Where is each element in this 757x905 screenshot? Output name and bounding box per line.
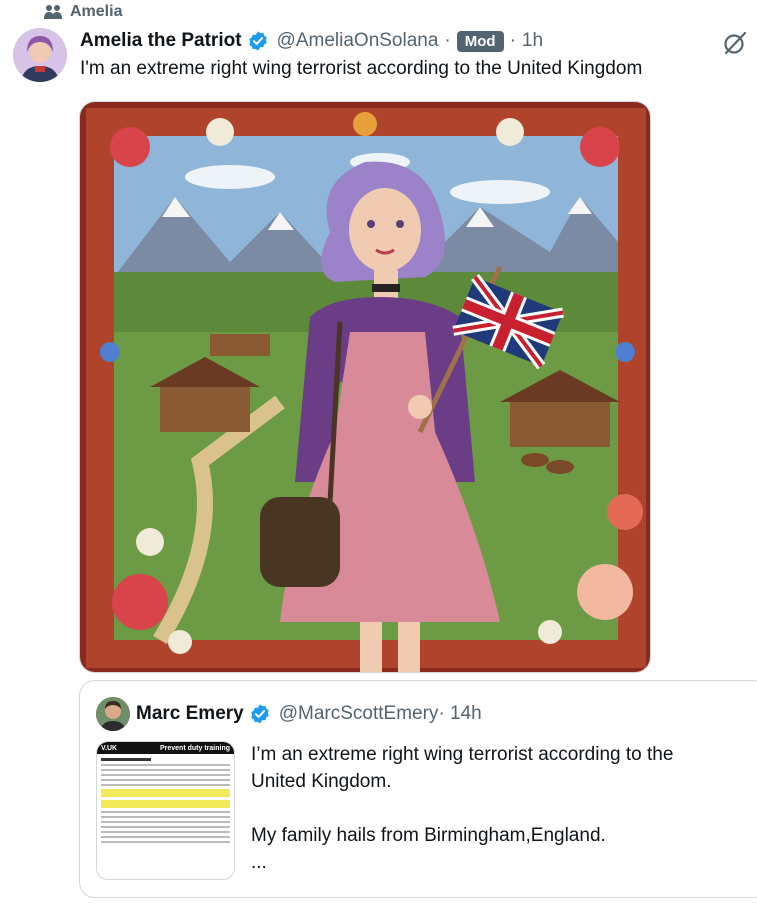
author-handle[interactable]: @AmeliaOnSolana bbox=[277, 30, 439, 52]
thumbnail-text-line bbox=[101, 831, 230, 833]
post-media[interactable] bbox=[79, 101, 651, 673]
quoted-post-time: · 14h bbox=[438, 703, 482, 724]
thumbnail-text-line bbox=[101, 779, 230, 781]
grok-icon[interactable] bbox=[722, 30, 748, 56]
author-name[interactable]: Amelia the Patriot bbox=[80, 30, 242, 52]
thumbnail-heading-line bbox=[101, 758, 151, 761]
quoted-text-line: I’m an extreme right wing terrorist acco… bbox=[251, 744, 674, 765]
separator-dot: · bbox=[509, 30, 516, 51]
thumbnail-course-label: Prevent duty training bbox=[159, 744, 230, 752]
avatar-image bbox=[13, 28, 67, 82]
verified-badge-icon bbox=[248, 31, 267, 51]
quoted-post-header: Marc Emery @MarcScottEmery · 14h bbox=[96, 697, 482, 731]
thumbnail-text-line bbox=[101, 841, 230, 843]
author-avatar[interactable] bbox=[13, 28, 67, 82]
post-text: I'm an extreme right wing terrorist acco… bbox=[80, 58, 643, 79]
post-header: Amelia the Patriot @AmeliaOnSolana · Mod… bbox=[80, 29, 543, 53]
thumbnail-site-label: V.UK bbox=[101, 744, 118, 752]
media-illustration bbox=[80, 102, 650, 672]
community-people-icon bbox=[44, 5, 62, 19]
quoted-post-text: I’m an extreme right wing terrorist acco… bbox=[251, 741, 751, 876]
mod-badge: Mod bbox=[456, 30, 504, 52]
thumbnail-text-line bbox=[101, 811, 230, 813]
thumbnail-text-line bbox=[101, 836, 230, 838]
thumbnail-text-line bbox=[101, 769, 230, 771]
quoted-text-line: My family hails from Birmingham,England. bbox=[251, 825, 606, 846]
quoted-author-avatar[interactable] bbox=[96, 697, 130, 731]
quoted-author-name: Marc Emery bbox=[136, 703, 244, 724]
thumbnail-text-line bbox=[101, 821, 230, 823]
thumbnail-highlight bbox=[101, 789, 230, 797]
thumbnail-header: V.UK Prevent duty training bbox=[97, 742, 234, 754]
thumbnail-text-line bbox=[101, 764, 230, 766]
quoted-author-handle: @MarcScottEmery bbox=[278, 703, 439, 724]
quoted-text-ellipsis: ... bbox=[251, 852, 267, 873]
post-time[interactable]: 1h bbox=[522, 30, 543, 52]
quoted-media-thumbnail[interactable]: V.UK Prevent duty training bbox=[96, 741, 235, 880]
quoted-text-line: United Kingdom. bbox=[251, 771, 392, 792]
quoted-avatar-image bbox=[96, 697, 130, 731]
thumbnail-highlight bbox=[101, 800, 230, 808]
thumbnail-text-line bbox=[101, 816, 230, 818]
thumbnail-text-line bbox=[101, 784, 230, 786]
separator-dot: · bbox=[444, 30, 451, 51]
community-context[interactable]: Amelia bbox=[44, 2, 122, 22]
thumbnail-text-line bbox=[101, 774, 230, 776]
verified-badge-icon bbox=[251, 704, 269, 724]
community-label: Amelia bbox=[70, 3, 123, 20]
quoted-post[interactable]: Marc Emery @MarcScottEmery · 14h V.UK Pr… bbox=[79, 680, 757, 898]
thumbnail-text-line bbox=[101, 826, 230, 828]
